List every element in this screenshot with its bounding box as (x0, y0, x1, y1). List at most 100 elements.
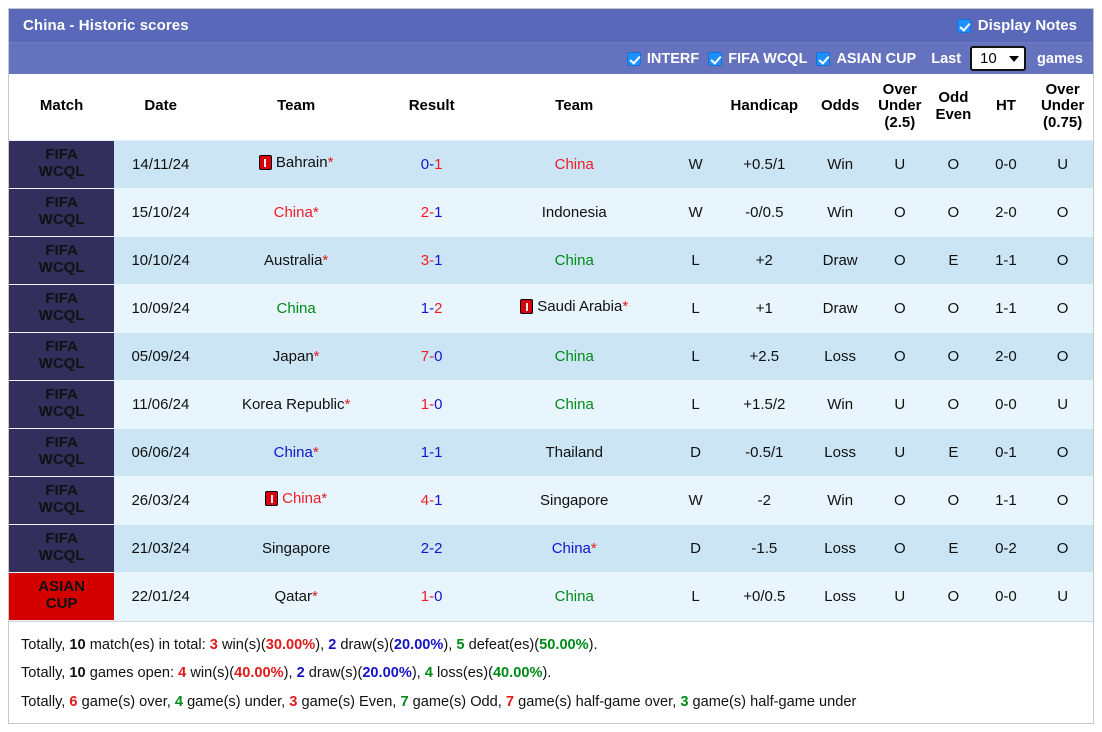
away-team-name: Saudi Arabia (537, 298, 623, 316)
cell-over-under-25: O (872, 284, 928, 333)
cell-over-under-075: O (1032, 236, 1093, 285)
s1-prefix: Totally, (21, 636, 66, 653)
summary-line-open: Totally, 10 games open: 4 win(s)(40.00%)… (21, 659, 1081, 688)
cell-ht: 2-0 (979, 188, 1033, 237)
cell-result[interactable]: 7-0 (385, 332, 479, 381)
filter-fifa-wcql[interactable]: FIFA WCQL (708, 51, 807, 67)
cell-home-team[interactable]: China (207, 284, 386, 333)
cell-result[interactable]: 2-2 (385, 524, 479, 573)
cell-away-team[interactable]: Thailand (478, 428, 671, 477)
cell-home-team[interactable]: Singapore (207, 524, 386, 573)
cell-over-under-25: O (872, 476, 928, 525)
table-row[interactable]: FIFA WCQL 14/11/24 Bahrain * 0-1 China W +0.5/1 W… (9, 140, 1093, 189)
cell-home-team[interactable]: Japan * (207, 332, 386, 381)
cell-away-team[interactable]: China (478, 380, 671, 429)
match-line2: WCQL (38, 163, 85, 181)
table-row[interactable]: FIFA WCQL 11/06/24 Korea Republic * 1-0 China L… (9, 380, 1093, 429)
cell-away-team[interactable]: Saudi Arabia * (478, 284, 671, 333)
col-odd-even-line2: Even (935, 105, 972, 123)
cell-match[interactable]: FIFA WCQL (9, 188, 115, 237)
cell-away-team[interactable]: China (478, 332, 671, 381)
away-team-name: Thailand (545, 443, 603, 461)
table-row[interactable]: FIFA WCQL 06/06/24 China * 1-1 Thailand D -0.5/1… (9, 428, 1093, 477)
table-row[interactable]: FIFA WCQL 10/10/24 Australia * 3-1 China L +2 Dra… (9, 236, 1093, 285)
s1-wins-label: win(s)( (221, 636, 266, 653)
cell-match[interactable]: FIFA WCQL (9, 524, 115, 573)
cell-match[interactable]: FIFA WCQL (9, 236, 115, 285)
red-card-icon (258, 155, 272, 171)
cell-match[interactable]: ASIAN CUP (9, 572, 115, 621)
away-team-name: Singapore (540, 491, 609, 509)
cell-match[interactable]: FIFA WCQL (9, 380, 115, 429)
cell-home-team[interactable]: China * (207, 428, 386, 477)
home-team-name: China (282, 490, 322, 508)
s2-wins-pct: 40.00% (234, 665, 284, 682)
filter-asian-cup[interactable]: ASIAN CUP (816, 51, 916, 67)
s3-under: 4 (174, 694, 183, 711)
cell-match[interactable]: FIFA WCQL (9, 428, 115, 477)
cell-result[interactable]: 1-2 (385, 284, 479, 333)
cell-match[interactable]: FIFA WCQL (9, 284, 115, 333)
display-notes-toggle[interactable]: Display Notes (956, 17, 1077, 34)
cell-away-team[interactable]: China (478, 140, 671, 189)
table-row[interactable]: ASIAN CUP 22/01/24 Qatar * 1-0 China L +0/0.5 Los… (9, 572, 1093, 621)
cell-match[interactable]: FIFA WCQL (9, 140, 115, 189)
asian-cup-checkbox[interactable] (816, 51, 831, 66)
cell-away-team[interactable]: Indonesia (478, 188, 671, 237)
cell-home-team[interactable]: Korea Republic * (207, 380, 386, 429)
cell-result[interactable]: 1-0 (385, 380, 479, 429)
cell-handicap: +2 (720, 236, 808, 285)
cell-date: 21/03/24 (114, 524, 208, 573)
cell-handicap: +0.5/1 (720, 140, 808, 189)
col-win-loss (670, 74, 721, 141)
cell-away-team[interactable]: China * (478, 524, 671, 573)
cell-ht: 0-0 (979, 380, 1033, 429)
away-team-asterisk: * (590, 539, 597, 557)
cell-away-team[interactable]: China (478, 236, 671, 285)
cell-home-team[interactable]: China * (207, 476, 386, 525)
cell-match[interactable]: FIFA WCQL (9, 332, 115, 381)
s3-half-under: 3 (680, 694, 689, 711)
interf-checkbox[interactable] (626, 51, 641, 66)
cell-date: 14/11/24 (114, 140, 208, 189)
cell-home-team[interactable]: Australia * (207, 236, 386, 285)
cell-win-loss: L (670, 284, 721, 333)
s1-losses: 5 (456, 636, 465, 653)
cell-home-team[interactable]: China * (207, 188, 386, 237)
filter-interf[interactable]: INTERF (626, 51, 699, 67)
col-over-under-075-line2: Under (1040, 97, 1085, 115)
table-row[interactable]: FIFA WCQL 10/09/24 China 1-2 Saudi Arabia * L +1… (9, 284, 1093, 333)
games-count-select[interactable]: 10 (970, 46, 1027, 72)
cell-away-team[interactable]: Singapore (478, 476, 671, 525)
competition-filter-bar: INTERF FIFA WCQL ASIAN CUP Last 10 games (9, 42, 1093, 75)
fifa-wcql-checkbox[interactable] (708, 51, 723, 66)
cell-odds: Win (807, 140, 873, 189)
home-team-name: Bahrain (275, 154, 328, 172)
cell-result[interactable]: 1-0 (385, 572, 479, 621)
cell-over-under-25: O (872, 236, 928, 285)
cell-away-team[interactable]: China (478, 572, 671, 621)
result-home-goals: 1 (420, 443, 430, 461)
col-result: Result (385, 74, 479, 141)
table-row[interactable]: FIFA WCQL 05/09/24 Japan * 7-0 China L +2.5 Loss O… (9, 332, 1093, 381)
display-notes-checkbox[interactable] (956, 18, 971, 33)
cell-odd-even: O (927, 140, 980, 189)
cell-handicap: -0/0.5 (720, 188, 808, 237)
cell-result[interactable]: 1-1 (385, 428, 479, 477)
s2-losses-close: ). (542, 665, 552, 682)
table-row[interactable]: FIFA WCQL 21/03/24 Singapore 2-2 China * D -1.5 L… (9, 524, 1093, 573)
cell-result[interactable]: 4-1 (385, 476, 479, 525)
away-team-inner: China (555, 396, 594, 413)
s3-under-label: game(s) under, (187, 694, 286, 711)
cell-home-team[interactable]: Qatar * (207, 572, 386, 621)
table-row[interactable]: FIFA WCQL 26/03/24 China * 4-1 Singapore W -2 Win… (9, 476, 1093, 525)
match-line1: FIFA (45, 434, 78, 452)
cell-ht: 1-1 (979, 476, 1033, 525)
cell-result[interactable]: 2-1 (385, 188, 479, 237)
cell-home-team[interactable]: Bahrain * (207, 140, 386, 189)
cell-result[interactable]: 3-1 (385, 236, 479, 285)
table-row[interactable]: FIFA WCQL 15/10/24 China * 2-1 Indonesia W -0/0.… (9, 188, 1093, 237)
cell-match[interactable]: FIFA WCQL (9, 476, 115, 525)
cell-result[interactable]: 0-1 (385, 140, 479, 189)
away-team-inner: Indonesia (542, 204, 607, 221)
